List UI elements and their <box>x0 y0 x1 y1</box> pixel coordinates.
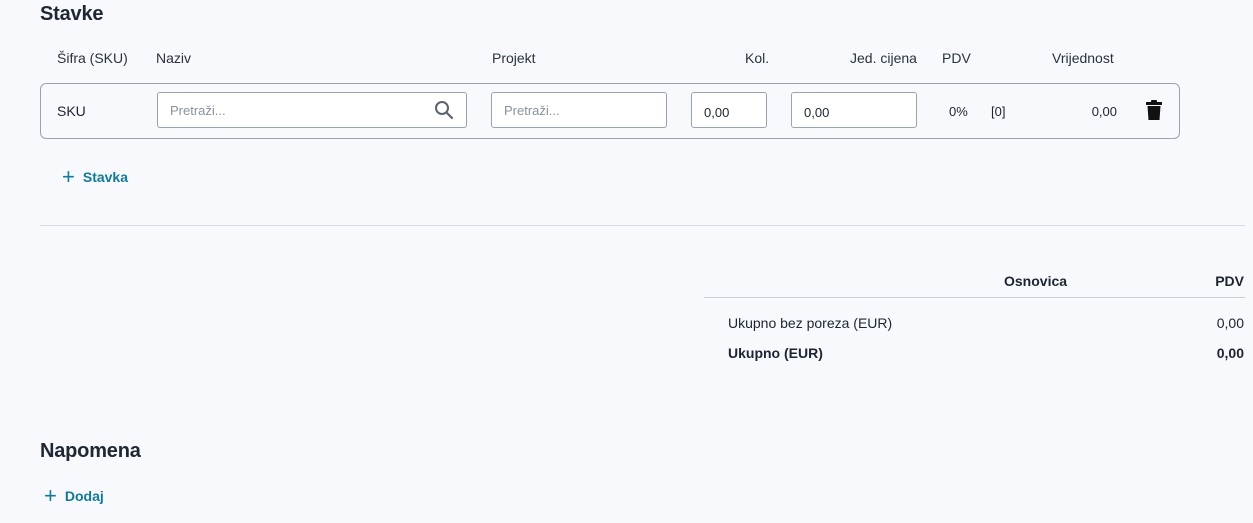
add-note-label: Dodaj <box>64 488 104 504</box>
subtotal-value: 0,00 <box>1216 315 1244 331</box>
item-vat-percent: 0% <box>949 104 968 119</box>
total-value: 0,00 <box>1216 345 1244 361</box>
item-unit-price-value: 0,00 <box>804 104 830 120</box>
item-vat-code: [0] <box>991 104 1006 119</box>
plus-icon: + <box>62 164 75 189</box>
items-section-title: Stavke <box>40 3 104 25</box>
section-divider <box>40 225 1245 226</box>
summary-header-base: Osnovica <box>1004 273 1068 289</box>
column-header-sku: Šifra (SKU) <box>57 50 128 66</box>
summary-header-vat: PDV <box>1215 273 1244 289</box>
item-project-placeholder: Pretraži... <box>504 102 560 118</box>
column-header-project: Projekt <box>492 50 536 66</box>
column-header-value: Vrijednost <box>1052 50 1114 66</box>
add-item-label: Stavka <box>82 169 129 185</box>
trash-icon[interactable] <box>1145 100 1163 126</box>
plus-icon: + <box>44 483 57 508</box>
add-item-button[interactable]: + Stavka <box>62 166 128 188</box>
column-header-name: Naziv <box>156 50 192 66</box>
item-project-search-input[interactable]: Pretraži... <box>491 92 667 128</box>
summary-divider <box>704 297 1245 298</box>
total-label: Ukupno (EUR) <box>728 345 823 361</box>
item-qty-input[interactable]: 0,00 <box>691 92 767 128</box>
item-qty-value: 0,00 <box>704 104 730 120</box>
add-note-button[interactable]: + Dodaj <box>44 485 104 507</box>
item-sku: SKU <box>57 103 86 119</box>
item-unit-price-input[interactable]: 0,00 <box>791 92 917 128</box>
item-value: 0,00 <box>1091 104 1117 119</box>
subtotal-label: Ukupno bez poreza (EUR) <box>728 315 893 331</box>
note-section-title: Napomena <box>40 440 141 462</box>
item-name-search-input[interactable]: Pretraži... <box>157 92 467 128</box>
search-icon[interactable] <box>434 100 454 120</box>
item-name-placeholder: Pretraži... <box>170 102 226 118</box>
column-header-qty: Kol. <box>745 50 770 66</box>
column-header-vat: PDV <box>942 50 971 66</box>
column-header-unit-price: Jed. cijena <box>850 50 917 66</box>
